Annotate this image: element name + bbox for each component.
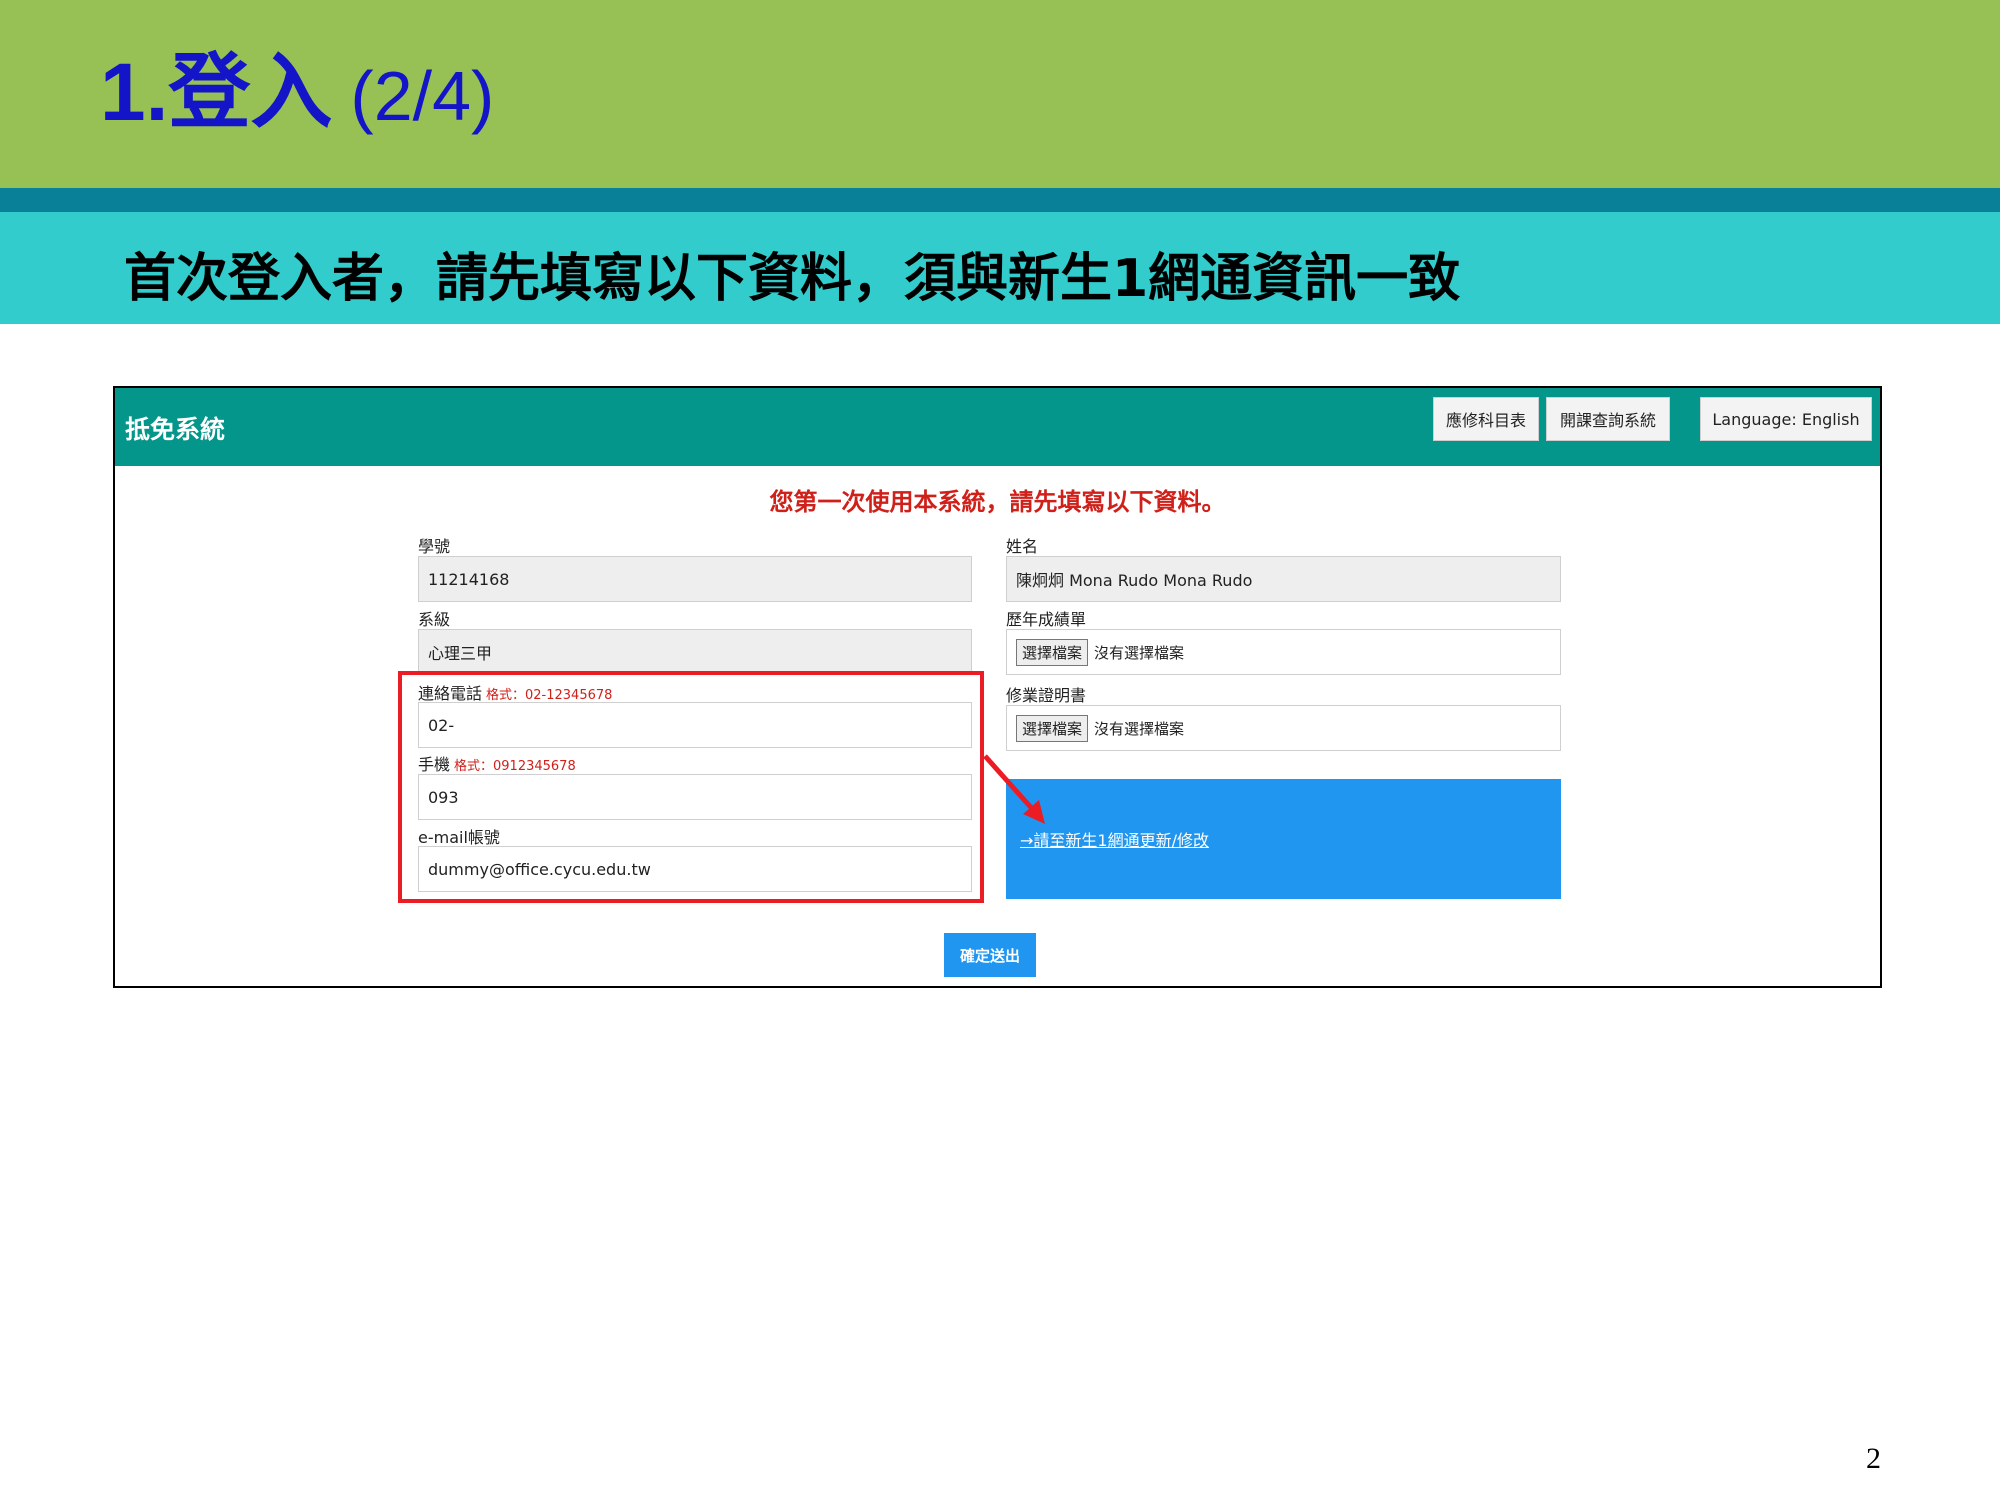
name-field[interactable]: 陳炯炯 Mona Rudo Mona Rudo	[1006, 556, 1561, 602]
certificate-label: 修業證明書	[1006, 686, 1087, 705]
app-screenshot: 抵免系統 應修科目表 開課查詢系統 Language: English 您第一次…	[113, 386, 1882, 988]
transcript-file-status: 沒有選擇檔案	[1094, 643, 1185, 662]
update-info-panel: →請至新生1網通更新/修改	[1006, 779, 1561, 899]
highlight-box	[398, 671, 984, 903]
slide-title-suffix: (2/4)	[350, 57, 495, 135]
slide-title-main: 1.登入	[100, 47, 333, 138]
app-title: 抵免系統	[125, 415, 226, 444]
page-number: 2	[1866, 1442, 1881, 1475]
title-rule	[0, 188, 2000, 212]
slide-title: 1.登入 (2/4)	[100, 47, 495, 138]
slide-subtitle: 首次登入者，請先填寫以下資料，須與新生1網通資訊一致	[124, 249, 1461, 309]
student-id-field[interactable]: 11214168	[418, 556, 972, 602]
student-id-label: 學號	[418, 537, 451, 556]
certificate-file-input: 選擇檔案 沒有選擇檔案	[1006, 705, 1561, 751]
course-query-button[interactable]: 開課查詢系統	[1546, 397, 1670, 441]
required-courses-button[interactable]: 應修科目表	[1433, 397, 1539, 441]
certificate-file-status: 沒有選擇檔案	[1094, 719, 1185, 738]
form-heading: 您第一次使用本系統，請先填寫以下資料。	[769, 488, 1226, 516]
certificate-choose-file-button[interactable]: 選擇檔案	[1016, 714, 1089, 742]
department-label: 系級	[418, 610, 451, 629]
language-button[interactable]: Language: English	[1700, 397, 1872, 441]
name-label: 姓名	[1006, 537, 1039, 556]
submit-button[interactable]: 確定送出	[944, 933, 1036, 977]
subtitle-band: 首次登入者，請先填寫以下資料，須與新生1網通資訊一致	[0, 212, 2000, 324]
app-header: 抵免系統 應修科目表 開課查詢系統 Language: English	[115, 388, 1880, 466]
title-band: 1.登入 (2/4)	[0, 0, 2000, 188]
arrow-icon	[983, 754, 1045, 824]
department-field[interactable]: 心理三甲	[418, 629, 972, 675]
slide: 1.登入 (2/4) 首次登入者，請先填寫以下資料，須與新生1網通資訊一致 抵免系…	[0, 0, 2000, 1500]
transcript-file-input: 選擇檔案 沒有選擇檔案	[1006, 629, 1561, 675]
transcript-choose-file-button[interactable]: 選擇檔案	[1016, 638, 1089, 666]
transcript-label: 歷年成績單	[1006, 610, 1087, 629]
